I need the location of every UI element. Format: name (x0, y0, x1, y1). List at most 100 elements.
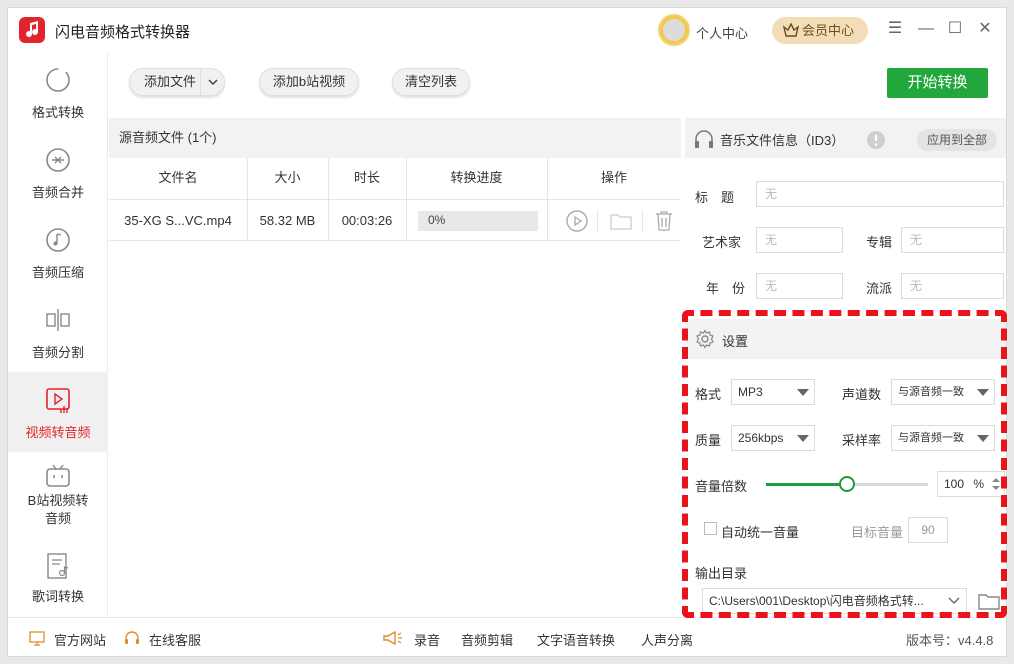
column-header-size: 大小 (274, 170, 301, 185)
headset-icon (125, 631, 139, 644)
title-label: 标 题 (695, 190, 735, 205)
record-link[interactable]: 录音 (414, 630, 440, 649)
progress-bar: 0% (418, 211, 538, 231)
genre-label: 流派 (866, 281, 893, 296)
audio-edit-link[interactable]: 音频剪辑 (461, 630, 513, 649)
sidebar-item-label: 歌词转换 (31, 589, 84, 604)
column-header-filename: 文件名 (158, 170, 198, 185)
megaphone-icon (383, 630, 402, 646)
column-header-duration: 时长 (353, 170, 380, 185)
sidebar-item-label: 音频压缩 (31, 265, 84, 280)
sidebar-item-label: 格式转换 (31, 105, 84, 120)
folder-icon[interactable] (977, 591, 1001, 611)
output-dir-select[interactable]: C:\Users\001\Desktop\闪电音频格式转... (702, 588, 967, 614)
online-service-link[interactable]: 在线客服 (149, 630, 201, 649)
personal-center-link[interactable]: 个人中心 (696, 23, 748, 42)
auto-volume-checkbox[interactable] (704, 522, 717, 535)
merge-icon (46, 148, 70, 172)
app-logo-icon (19, 17, 45, 43)
sidebar-item-label: 音频合并 (31, 185, 84, 200)
sidebar-item-label-line1: B站视频转 (27, 493, 89, 508)
video-play-icon (46, 388, 70, 413)
stepper-arrows-icon[interactable] (991, 476, 1001, 492)
quality-label: 质量 (695, 433, 722, 448)
version-label: 版本号：v4.4.8 (906, 633, 994, 648)
channels-select[interactable]: 与源音频一致 (891, 379, 995, 405)
sidebar-item-format-convert[interactable]: 格式转换 (8, 52, 108, 132)
maximize-button[interactable]: ☐ (944, 18, 966, 40)
monitor-icon (29, 631, 45, 646)
close-button[interactable]: ✕ (974, 18, 996, 40)
volume-stepper[interactable]: 100 % (937, 471, 1005, 497)
apply-to-all-button[interactable]: 应用到全部 (917, 129, 997, 151)
sidebar-item-video-to-audio[interactable]: 视频转音频 (8, 372, 108, 452)
title-bar: 闪电音频格式转换器 个人中心 会员中心 ☰ — ☐ ✕ (8, 8, 1006, 52)
add-bilibili-video-button[interactable]: 添加b站视频 (259, 68, 359, 96)
id3-header-title: 音乐文件信息（ID3） (720, 133, 845, 148)
start-convert-button[interactable]: 开始转换 (887, 68, 988, 98)
id3-header: 音乐文件信息（ID3） 应用到全部 (685, 118, 1006, 158)
genre-field[interactable]: 无 (901, 273, 1004, 299)
volume-slider[interactable] (766, 476, 928, 492)
official-site-link[interactable]: 官方网站 (54, 630, 106, 649)
format-select-value: MP3 (738, 385, 763, 399)
samplerate-select-value: 与源音频一致 (898, 432, 964, 444)
album-field[interactable]: 无 (901, 227, 1004, 253)
bilibili-tv-icon (46, 464, 70, 487)
split-icon (46, 309, 70, 331)
file-name-cell: 35-XG S...VC.mp4 (124, 213, 232, 228)
add-file-button[interactable]: 添加文件 (129, 68, 225, 96)
sidebar-item-audio-merge[interactable]: 音频合并 (8, 132, 108, 212)
settings-title: 设置 (722, 334, 749, 349)
format-label: 格式 (695, 387, 722, 402)
vocal-separation-link[interactable]: 人声分离 (641, 630, 693, 649)
chevron-down-icon (797, 435, 809, 442)
sidebar-item-bilibili-to-audio[interactable]: B站视频转 音频 (8, 452, 108, 544)
quality-select-value: 256kbps (738, 431, 784, 445)
tts-link[interactable]: 文字语音转换 (537, 630, 615, 649)
avatar[interactable] (658, 14, 690, 46)
artist-field[interactable]: 无 (756, 227, 843, 253)
vip-center-label: 会员中心 (802, 23, 855, 38)
auto-volume-label: 自动统一音量 (721, 525, 800, 540)
trash-icon[interactable] (654, 210, 674, 232)
info-icon[interactable] (866, 130, 886, 150)
clear-list-button[interactable]: 清空列表 (392, 68, 470, 96)
quality-select[interactable]: 256kbps (731, 425, 815, 451)
sidebar: 格式转换 音频合并 音频压缩 音频分割 视频转音频 B站视频转 音频 歌词转换 (8, 52, 108, 617)
right-panel: 音乐文件信息（ID3） 应用到全部 标 题 无 艺术家 无 专辑 无 年 份 无… (685, 114, 1006, 617)
headphones-icon (695, 130, 713, 148)
format-select[interactable]: MP3 (731, 379, 815, 405)
play-icon[interactable] (566, 210, 588, 232)
samplerate-select[interactable]: 与源音频一致 (891, 425, 995, 451)
artist-label: 艺术家 (702, 235, 742, 250)
volume-slider-fill (766, 483, 847, 486)
crown-icon (783, 23, 799, 37)
app-window: 闪电音频格式转换器 个人中心 会员中心 ☰ — ☐ ✕ 格式转换 音频合并 音频… (7, 7, 1007, 657)
year-field[interactable]: 无 (756, 273, 843, 299)
title-field[interactable]: 无 (756, 181, 1004, 207)
settings-header: 设置 (685, 319, 1006, 359)
year-label: 年 份 (706, 281, 746, 296)
volume-slider-thumb[interactable] (839, 476, 855, 492)
channels-label: 声道数 (842, 387, 882, 402)
sidebar-item-lyrics-convert[interactable]: 歌词转换 (8, 544, 108, 624)
target-volume-label: 目标音量 (851, 525, 904, 540)
sidebar-item-audio-split[interactable]: 音频分割 (8, 292, 108, 372)
volume-unit: % (973, 477, 985, 491)
minimize-button[interactable]: — (915, 18, 937, 40)
volume-label: 音量倍数 (695, 479, 748, 494)
sidebar-item-label: 音频分割 (31, 345, 84, 360)
chevron-down-icon[interactable] (200, 69, 224, 95)
target-volume-field[interactable]: 90 (908, 517, 948, 543)
file-duration-cell: 00:03:26 (341, 213, 393, 228)
album-label: 专辑 (866, 235, 893, 250)
chevron-down-icon (797, 389, 809, 396)
folder-icon[interactable] (609, 211, 633, 231)
music-note-icon (46, 228, 70, 252)
file-list-header: 源音频文件 (1个) (109, 118, 681, 158)
vip-center-button[interactable]: 会员中心 (772, 17, 868, 44)
menu-icon[interactable]: ☰ (884, 18, 906, 40)
sidebar-item-audio-compress[interactable]: 音频压缩 (8, 212, 108, 292)
samplerate-label: 采样率 (842, 433, 882, 448)
